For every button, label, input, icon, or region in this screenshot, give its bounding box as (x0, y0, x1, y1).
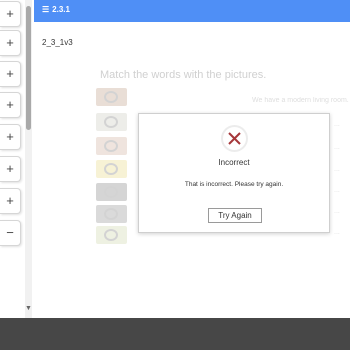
expand-button-6[interactable]: + (0, 156, 21, 182)
x-cross-icon (221, 125, 248, 152)
picture-2[interactable] (96, 113, 127, 131)
word-6[interactable]: ... (334, 208, 340, 215)
instruction-text: Match the words with the pictures. (100, 69, 267, 81)
picture-3[interactable] (96, 137, 127, 155)
picture-7[interactable] (96, 226, 127, 244)
word-4[interactable]: ... (334, 166, 340, 173)
try-again-button[interactable]: Try Again (208, 208, 262, 223)
expand-button-1[interactable]: + (0, 1, 21, 27)
header-bar: ☰ 2.3.1 (34, 0, 350, 22)
dialog-title: Incorrect (218, 158, 250, 167)
activity-id: 2_3_1v3 (42, 38, 73, 47)
feedback-dialog: Incorrect That is incorrect. Please try … (138, 113, 330, 233)
page-title: 2.3.1 (52, 5, 70, 14)
expand-button-5[interactable]: + (0, 124, 21, 150)
expand-button-7[interactable]: + (0, 188, 21, 214)
picture-1[interactable] (96, 88, 127, 106)
dialog-message: That is incorrect. Please try again. (184, 181, 284, 188)
picture-4[interactable] (96, 160, 127, 178)
word-3[interactable]: ... (334, 144, 340, 151)
picture-6[interactable] (96, 205, 127, 223)
expand-button-3[interactable]: + (0, 61, 21, 87)
picture-5[interactable] (96, 183, 127, 201)
collapse-button[interactable]: − (0, 220, 21, 246)
bottom-bar (0, 318, 350, 350)
word-1[interactable]: We have a modern living room. (252, 97, 349, 104)
expand-button-2[interactable]: + (0, 30, 21, 56)
scrollbar-thumb[interactable] (26, 6, 31, 130)
expand-button-4[interactable]: + (0, 92, 21, 118)
word-7[interactable]: ... (334, 229, 340, 236)
menu-icon[interactable]: ☰ (42, 0, 49, 20)
app-stage: + + + + + + + − ▼ ☰ 2.3.1 2_3_1v3 Match t… (0, 0, 350, 350)
word-5[interactable]: ... (334, 187, 340, 194)
word-2[interactable]: ... (334, 121, 340, 128)
toolbox-strip: + + + + + + + − (0, 0, 24, 318)
scroll-down-arrow-icon[interactable]: ▼ (25, 304, 32, 314)
